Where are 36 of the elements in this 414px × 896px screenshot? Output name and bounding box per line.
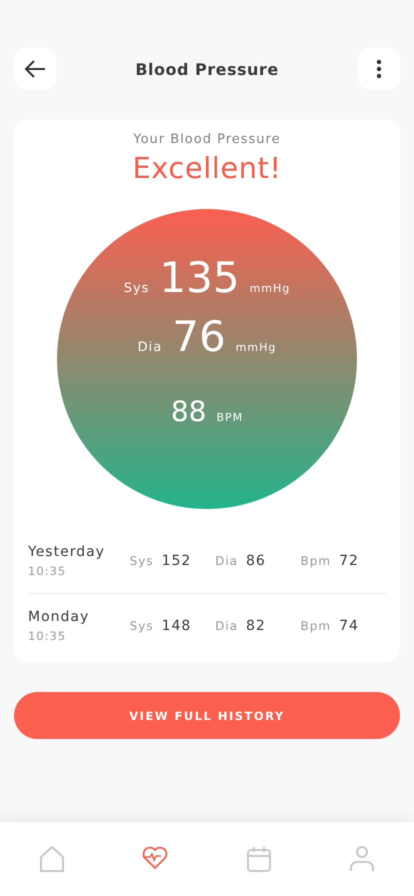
reading-unit: mmHg (250, 282, 290, 295)
day-label: Monday (28, 609, 90, 625)
view-history-button[interactable]: VIEW FULL HISTORY (14, 692, 400, 739)
reading-value: 88 (170, 395, 206, 428)
more-icon (376, 59, 382, 79)
metric-label: Bpm (300, 619, 332, 633)
metric-value: 82 (246, 618, 266, 634)
metric-value: 86 (246, 553, 266, 569)
reading-label: Dia (138, 340, 162, 355)
back-button[interactable] (14, 48, 56, 90)
time-label: 10:35 (28, 629, 68, 643)
calendar-icon (246, 846, 271, 872)
metric-label: Dia (215, 619, 238, 633)
heart-pulse-icon (142, 846, 168, 870)
status-text: Excellent! (132, 151, 282, 185)
page-title: Blood Pressure (135, 60, 279, 78)
back-arrow-icon (24, 59, 46, 79)
reading-value: 76 (172, 312, 226, 361)
more-button[interactable] (358, 48, 400, 90)
day-label: Yesterday (28, 544, 106, 560)
reading-value: 135 (159, 253, 240, 302)
metric-value: 148 (162, 618, 192, 634)
reading-label: Sys (124, 281, 150, 296)
time-label: 10:35 (28, 564, 68, 578)
card-subtitle: Your Blood Pressure (133, 132, 281, 147)
reading-unit: BPM (216, 411, 244, 424)
profile-icon (350, 846, 374, 872)
metric-label: Sys (130, 554, 154, 568)
metric-value: 74 (339, 618, 359, 634)
metric-value: 152 (162, 553, 192, 569)
home-icon (40, 846, 64, 872)
metric-value: 72 (339, 553, 359, 569)
reading-unit: mmHg (236, 341, 276, 354)
metric-label: Sys (130, 619, 154, 633)
metric-label: Dia (215, 554, 238, 568)
metric-label: Bpm (300, 554, 332, 568)
